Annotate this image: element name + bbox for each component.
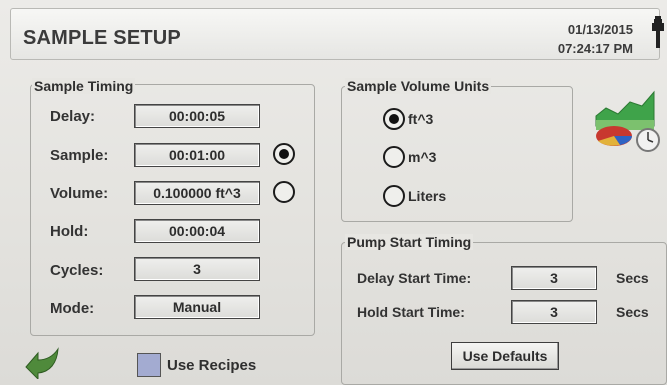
- unit-ft3-radio[interactable]: [383, 108, 405, 130]
- page-title: SAMPLE SETUP: [23, 27, 181, 49]
- use-recipes-label[interactable]: Use Recipes: [167, 357, 256, 374]
- sample-volume-units-group: [341, 86, 573, 222]
- date-text: 01/13/2015: [567, 22, 633, 37]
- sample-timing-label: Sample Timing: [32, 78, 136, 94]
- volume-radio[interactable]: [273, 181, 295, 203]
- delay-label: Delay:: [50, 108, 96, 125]
- volume-label: Volume:: [50, 185, 109, 202]
- delay-field[interactable]: 00:00:05: [134, 104, 260, 128]
- unit-liters-radio[interactable]: [383, 185, 405, 207]
- delay-start-time-label: Delay Start Time:: [357, 270, 472, 286]
- unit-m3-label[interactable]: m^3: [408, 149, 436, 165]
- sample-setup-screen: SAMPLE SETUP 01/13/2015 07:24:17 PM Samp…: [0, 0, 667, 385]
- unit-liters-label[interactable]: Liters: [408, 188, 446, 204]
- plug-icon: [652, 16, 664, 48]
- hold-label: Hold:: [50, 223, 89, 240]
- hold-start-time-label: Hold Start Time:: [357, 304, 465, 320]
- unit-ft3-label[interactable]: ft^3: [408, 111, 433, 127]
- back-arrow-icon[interactable]: [22, 345, 62, 379]
- unit-m3-radio[interactable]: [383, 146, 405, 168]
- sample-volume-units-label: Sample Volume Units: [345, 78, 492, 94]
- chart-clock-icon: [595, 90, 660, 152]
- mode-field[interactable]: Manual: [134, 295, 260, 319]
- hold-start-unit: Secs: [616, 304, 649, 320]
- hold-field[interactable]: 00:00:04: [134, 219, 260, 243]
- sample-label: Sample:: [50, 147, 109, 164]
- sample-field[interactable]: 00:01:00: [134, 143, 260, 167]
- cycles-label: Cycles:: [50, 262, 104, 279]
- use-defaults-button[interactable]: Use Defaults: [451, 342, 559, 370]
- cycles-field[interactable]: 3: [134, 257, 260, 281]
- mode-label: Mode:: [50, 300, 95, 317]
- volume-field[interactable]: 0.100000 ft^3: [134, 181, 260, 205]
- sample-radio[interactable]: [273, 143, 295, 165]
- time-text: 07:24:17 PM: [557, 41, 633, 56]
- use-recipes-checkbox[interactable]: [137, 353, 161, 377]
- datetime-display: 01/13/2015 07:24:17 PM: [537, 20, 633, 58]
- delay-start-time-field[interactable]: 3: [511, 266, 597, 290]
- hold-start-time-field[interactable]: 3: [511, 300, 597, 324]
- delay-start-unit: Secs: [616, 270, 649, 286]
- pump-start-timing-label: Pump Start Timing: [345, 234, 474, 250]
